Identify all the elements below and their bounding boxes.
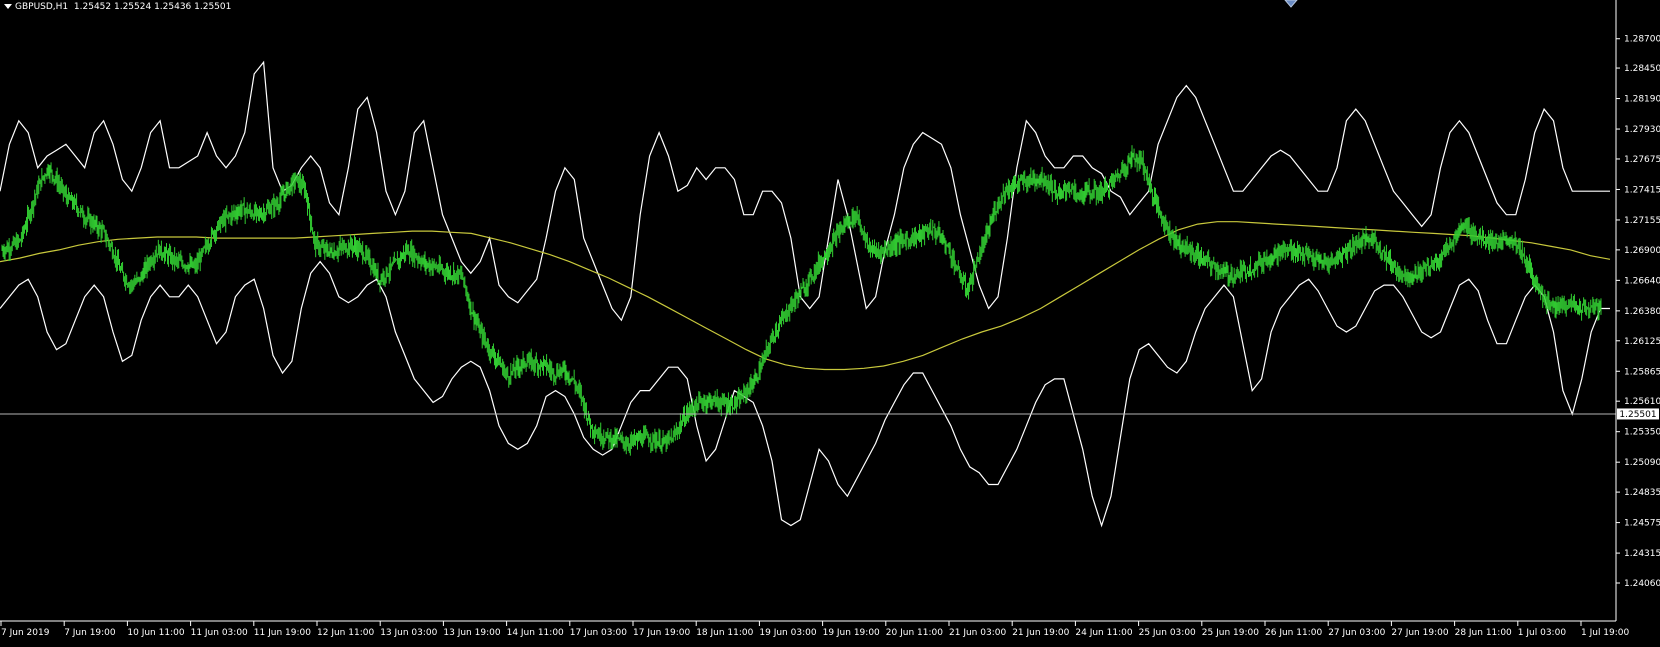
chart-canvas[interactable]: 1.28700 1.28450 1.28190 1.27930 1.27675 1.274… — [0, 0, 1660, 643]
time-tick-label: 19 Jun 19:00 — [823, 628, 880, 638]
time-tick-label: 13 Jun 19:00 — [443, 628, 500, 638]
price-tick-label: 1.27155 — [1624, 216, 1660, 226]
dropdown-triangle-icon[interactable] — [4, 4, 12, 9]
time-tick-label: 27 Jun 19:00 — [1391, 628, 1448, 638]
price-tick-label: 1.24575 — [1624, 519, 1660, 529]
time-tick-label: 13 Jun 03:00 — [380, 628, 437, 638]
time-tick-label: 11 Jun 19:00 — [254, 628, 311, 638]
price-tick-label: 1.26380 — [1624, 307, 1660, 317]
price-tick-label: 1.28190 — [1624, 95, 1660, 105]
price-tick-label: 1.27415 — [1624, 185, 1660, 195]
time-tick-label: 1 Jul 19:00 — [1581, 628, 1630, 638]
time-tick-label: 27 Jun 03:00 — [1328, 628, 1385, 638]
price-tick-label: 1.24060 — [1624, 579, 1660, 589]
price-tick-label: 1.26900 — [1624, 246, 1660, 256]
time-tick-label: 28 Jun 11:00 — [1455, 628, 1512, 638]
symbol-timeframe: GBPUSD,H1 — [15, 2, 69, 12]
time-tick-label: 14 Jun 11:00 — [507, 628, 564, 638]
time-tick-label: 24 Jun 11:00 — [1075, 628, 1132, 638]
price-tick-label: 1.24835 — [1624, 488, 1660, 498]
price-tick-label: 1.24315 — [1624, 549, 1660, 559]
bid-price-label: 1.25501 — [1617, 408, 1659, 420]
price-tick-label: 1.28700 — [1624, 35, 1660, 45]
time-tick-label: 20 Jun 11:00 — [886, 628, 943, 638]
time-tick-label: 11 Jun 03:00 — [191, 628, 248, 638]
time-tick-label: 10 Jun 11:00 — [127, 628, 184, 638]
price-chart[interactable]: 1.28700 1.28450 1.28190 1.27930 1.27675 1.274… — [0, 0, 1660, 643]
price-tick-label: 1.25090 — [1624, 458, 1660, 468]
time-tick-label: 12 Jun 11:00 — [317, 628, 374, 638]
price-tick-label: 1.27675 — [1624, 155, 1660, 165]
ohlc-values: 1.25452 1.25524 1.25436 1.25501 — [73, 2, 232, 12]
time-tick-label: 7 Jun 2019 — [1, 628, 50, 638]
price-tick-label: 1.26125 — [1624, 337, 1660, 347]
time-tick-label: 21 Jun 19:00 — [1012, 628, 1069, 638]
time-tick-label: 19 Jun 03:00 — [759, 628, 816, 638]
time-tick-label: 25 Jun 03:00 — [1139, 628, 1196, 638]
price-tick-label: 1.25865 — [1624, 367, 1660, 377]
time-tick-label: 17 Jun 19:00 — [633, 628, 690, 638]
time-tick-label: 17 Jun 03:00 — [570, 628, 627, 638]
chart-title: GBPUSD,H1 1.25452 1.25524 1.25436 1.2550… — [4, 2, 231, 12]
time-tick-label: 25 Jun 19:00 — [1202, 628, 1259, 638]
price-tick-label: 1.25350 — [1624, 428, 1660, 438]
time-tick-label: 26 Jun 11:00 — [1265, 628, 1322, 638]
price-tick-label: 1.28450 — [1624, 64, 1660, 74]
price-tick-label: 1.27930 — [1624, 125, 1660, 135]
price-tick-label: 1.26640 — [1624, 276, 1660, 286]
time-tick-label: 1 Jul 03:00 — [1518, 628, 1567, 638]
svg-text:1.25501: 1.25501 — [1619, 410, 1656, 420]
time-tick-label: 18 Jun 11:00 — [696, 628, 753, 638]
time-tick-label: 21 Jun 03:00 — [949, 628, 1006, 638]
time-tick-label: 7 Jun 19:00 — [64, 628, 116, 638]
price-tick-label: 1.25610 — [1624, 397, 1660, 407]
